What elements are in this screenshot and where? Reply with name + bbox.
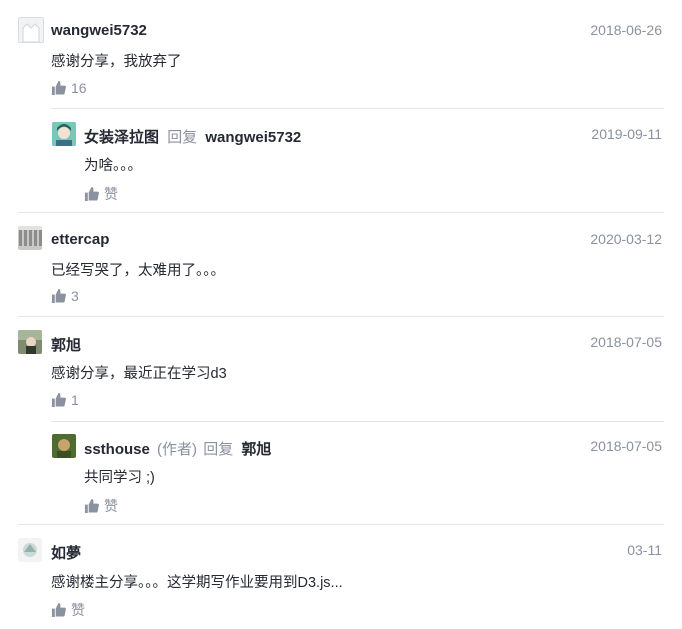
reply-username[interactable]: ssthouse [84,441,150,458]
comment-text: 感谢楼主分享。。。这学期写作业要用到D3.js... [51,575,343,591]
thumbs-up-icon [51,289,66,303]
comment-username[interactable]: 如夢 [51,542,81,563]
reply-username[interactable]: 女装泽拉图 [84,129,159,146]
like-button[interactable]: 16 [51,80,87,96]
avatar[interactable] [18,538,42,562]
avatar[interactable] [52,434,76,458]
like-button[interactable]: 赞 [84,496,118,516]
avatar[interactable] [18,226,42,250]
thumbs-up-icon [51,81,66,95]
reply-to-username[interactable]: wangwei5732 [205,129,301,146]
thumbs-up-icon [51,603,66,617]
reply-date: 2018-07-05 [590,438,662,454]
divider [18,212,664,213]
divider [18,316,664,317]
like-count: 16 [71,80,87,96]
like-label: 赞 [104,186,118,202]
reply-label: 回复 [167,129,198,146]
avatar[interactable] [18,17,44,43]
thumbs-up-icon [84,499,99,513]
thumbs-up-icon [84,187,99,201]
reply-text: 为啥。。。 [84,158,142,174]
like-button[interactable]: 1 [51,392,79,408]
like-count: 1 [71,392,79,408]
comment-text: 感谢分享，我放弃了 [51,54,182,70]
reply-header: 女装泽拉图 回复 wangwei5732 [84,126,301,147]
like-count: 3 [71,288,79,304]
divider [51,108,664,109]
reply-label: 回复 [203,441,234,458]
author-badge: (作者) [157,441,198,458]
comment-date: 2018-06-26 [590,22,662,38]
like-button[interactable]: 3 [51,288,79,304]
comment-text: 已经写哭了，太难用了。。。 [51,263,225,279]
comment-date: 03-11 [627,542,662,558]
divider [51,421,664,422]
avatar[interactable] [18,330,42,354]
comment-username[interactable]: wangwei5732 [51,22,147,39]
reply-text: 共同学习 ;) [84,470,155,486]
comment-date: 2018-07-05 [590,334,662,350]
thumbs-up-icon [51,393,66,407]
comment-username[interactable]: ettercap [51,231,109,248]
comment-text: 感谢分享，最近正在学习d3 [51,366,227,382]
like-label: 赞 [71,602,85,618]
avatar[interactable] [52,122,76,146]
reply-header: ssthouse (作者) 回复 郭旭 [84,438,271,459]
like-label: 赞 [104,498,118,514]
like-button[interactable]: 赞 [51,600,85,620]
comment-date: 2020-03-12 [590,231,662,247]
like-button[interactable]: 赞 [84,184,118,204]
reply-to-username[interactable]: 郭旭 [241,441,271,458]
reply-date: 2019-09-11 [591,126,662,142]
divider [18,524,664,525]
comment-username[interactable]: 郭旭 [51,334,81,355]
